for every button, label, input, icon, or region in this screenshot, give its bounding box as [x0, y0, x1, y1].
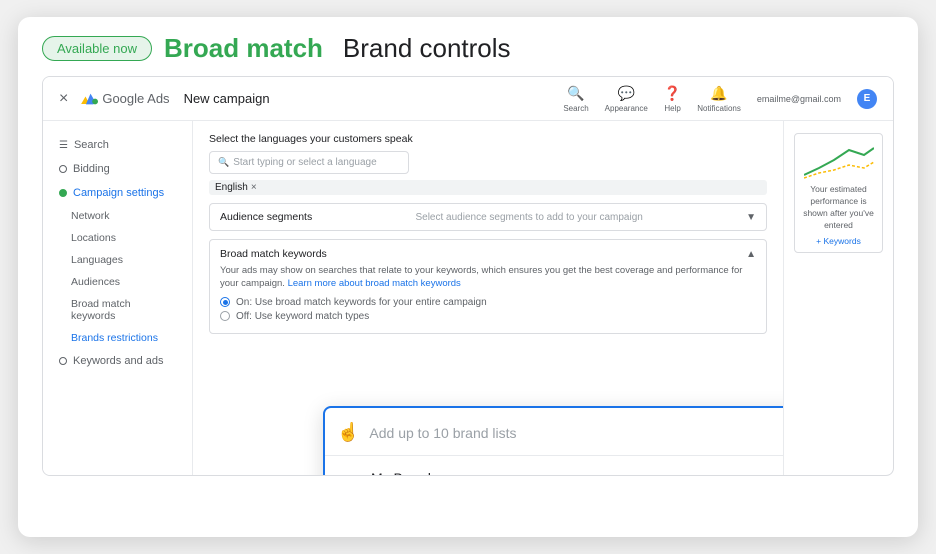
radio-off-label: Off: Use keyword match types	[236, 311, 369, 322]
dropdown-placeholder[interactable]: Add up to 10 brand lists	[369, 425, 516, 441]
ads-sidebar: ☰ Search Bidding Campaign settings Netwo…	[43, 121, 193, 475]
page-header: Available now Broad match Brand controls	[18, 17, 918, 76]
broad-match-section: Broad match keywords ▲ Your ads may show…	[209, 239, 767, 334]
performance-keywords-link[interactable]: + Keywords	[801, 236, 876, 246]
english-tag-close[interactable]: ×	[251, 182, 257, 193]
sidebar-sub-network[interactable]: Network	[43, 205, 192, 227]
lang-search-icon: 🔍	[218, 157, 229, 168]
broad-match-description: Your ads may show on searches that relat…	[220, 264, 756, 291]
sidebar-bidding-label: Bidding	[73, 163, 110, 175]
cursor-hand-icon: ☝	[337, 422, 359, 443]
performance-box: Your estimated performance is shown afte…	[794, 133, 883, 253]
ads-right-panel: Your estimated performance is shown afte…	[783, 121, 893, 475]
ads-topnav-right: 🔍 Search 💬 Appearance ❓ Help 🔔 Notificat…	[563, 85, 877, 113]
appearance-icon[interactable]: 💬	[618, 85, 635, 102]
title-brand-controls: Brand controls	[343, 33, 511, 64]
nav-search-icon-group: 🔍 Search	[563, 85, 588, 113]
close-button[interactable]: ×	[59, 90, 68, 108]
main-container: Available now Broad match Brand controls…	[18, 17, 918, 537]
sidebar-sub-languages[interactable]: Languages	[43, 249, 192, 271]
sidebar-campaign-settings-label: Campaign settings	[73, 187, 164, 199]
my-brands-item[interactable]: My Brands • • •	[325, 456, 783, 475]
sidebar-item-keywords-ads[interactable]: Keywords and ads	[43, 349, 192, 373]
language-input[interactable]: 🔍 Start typing or select a language	[209, 151, 409, 174]
radio-on-label: On: Use broad match keywords for your en…	[236, 297, 487, 308]
nav-search-label: Search	[563, 104, 588, 113]
brands-restrictions-label: Brands restrictions	[71, 332, 158, 344]
languages-section-label: Select the languages your customers spea…	[209, 133, 767, 145]
performance-chart	[801, 140, 876, 180]
ads-topnav: × Google Ads New campaign 🔍 Search 💬	[43, 77, 893, 121]
sidebar-search-label: Search	[74, 139, 109, 151]
help-icon[interactable]: ❓	[664, 85, 681, 102]
english-language-tag: English ×	[209, 180, 767, 195]
audience-label: Audience segments	[220, 211, 312, 223]
ads-logo-text: Google Ads	[102, 91, 169, 106]
radio-off-option[interactable]: Off: Use keyword match types	[220, 311, 756, 322]
english-tag-label: English	[215, 182, 248, 193]
sidebar-sub-audiences[interactable]: Audiences	[43, 271, 192, 293]
radio-on-circle	[220, 297, 230, 307]
audience-chevron-icon: ▼	[746, 212, 756, 223]
available-badge: Available now	[42, 36, 152, 61]
sidebar-sub-brands-restrictions[interactable]: Brands restrictions	[43, 327, 192, 349]
broad-match-collapse-icon[interactable]: ▲	[746, 249, 756, 260]
bidding-dot-icon	[59, 165, 67, 173]
my-brands-item-content: My Brands • • •	[371, 470, 438, 475]
sidebar-item-search[interactable]: ☰ Search	[43, 133, 192, 157]
radio-off-circle	[220, 311, 230, 321]
nav-notifications-label: Notifications	[697, 104, 741, 113]
performance-text: Your estimated performance is shown afte…	[801, 184, 876, 232]
audience-placeholder: Select audience segments to add to your …	[415, 212, 642, 223]
sidebar-keywords-ads-label: Keywords and ads	[73, 355, 164, 367]
sidebar-item-bidding[interactable]: Bidding	[43, 157, 192, 181]
nav-appearance-label: Appearance	[605, 104, 648, 113]
sidebar-item-campaign-settings[interactable]: Campaign settings	[43, 181, 192, 205]
network-label: Network	[71, 210, 110, 222]
ads-logo: Google Ads	[78, 89, 169, 109]
my-brands-label: My Brands	[371, 470, 438, 475]
broad-match-label: Broad match keywords	[71, 298, 131, 322]
search-icon[interactable]: 🔍	[567, 85, 584, 102]
ads-ui-container: × Google Ads New campaign 🔍 Search 💬	[42, 76, 894, 476]
nav-appearance-icon-group: 💬 Appearance	[605, 85, 648, 113]
campaign-settings-dot-icon	[59, 189, 67, 197]
nav-help-icon-group: ❓ Help	[664, 85, 681, 113]
broad-match-header: Broad match keywords ▲	[220, 248, 756, 260]
user-email: emailme@gmail.com	[757, 94, 841, 104]
ads-nav-title: New campaign	[184, 91, 270, 106]
sidebar-sub-broad-match[interactable]: Broad match keywords	[43, 293, 192, 327]
brand-lists-dropdown: ☝ Add up to 10 brand lists My Brands • •…	[323, 406, 783, 475]
user-avatar[interactable]: E	[857, 89, 877, 109]
audiences-label: Audiences	[71, 276, 120, 288]
keywords-ads-dot-icon	[59, 357, 67, 365]
nav-notifications-icon-group: 🔔 Notifications	[697, 85, 741, 113]
broad-match-title: Broad match keywords	[220, 248, 327, 260]
audience-segments-row[interactable]: Audience segments Select audience segmen…	[209, 203, 767, 231]
radio-on-option[interactable]: On: Use broad match keywords for your en…	[220, 297, 756, 308]
ads-main-content: ☰ Search Bidding Campaign settings Netwo…	[43, 121, 893, 475]
title-broad-match: Broad match	[164, 33, 323, 64]
locations-label: Locations	[71, 232, 116, 244]
dropdown-search-row: ☝ Add up to 10 brand lists	[325, 408, 783, 456]
ads-form-area: Select the languages your customers spea…	[193, 121, 783, 475]
notifications-icon[interactable]: 🔔	[710, 85, 727, 102]
sidebar-sub-locations[interactable]: Locations	[43, 227, 192, 249]
broad-match-learn-more-link[interactable]: Learn more about broad match keywords	[288, 278, 461, 289]
languages-label: Languages	[71, 254, 123, 266]
search-sidebar-icon: ☰	[59, 140, 68, 151]
nav-help-label: Help	[664, 104, 680, 113]
language-placeholder: Start typing or select a language	[233, 157, 376, 168]
